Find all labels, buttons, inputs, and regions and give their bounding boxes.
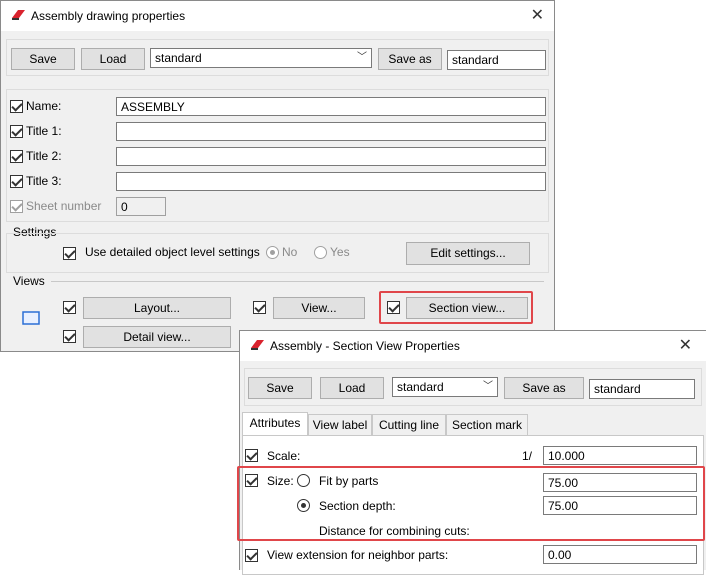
section-view-checkbox[interactable] (387, 301, 400, 314)
tab-attributes[interactable]: Attributes (242, 412, 308, 436)
load-button[interactable]: Load (81, 48, 145, 70)
section-preset-value: standard (397, 380, 444, 394)
name-label: Name: (26, 99, 62, 113)
sheet-number-checkbox (10, 200, 23, 213)
sheet-number-label: Sheet number (26, 199, 102, 213)
view-extension-label: View extension for neighbor parts: (267, 548, 449, 562)
name-checkbox[interactable] (10, 100, 23, 113)
size-label: Size: (267, 474, 294, 488)
detail-view-button[interactable]: Detail view... (83, 326, 231, 348)
section-load-button[interactable]: Load (320, 377, 384, 399)
name-input[interactable]: ASSEMBLY (116, 97, 546, 116)
title2-input[interactable] (116, 147, 546, 166)
view-extension-input[interactable]: 0.00 (543, 545, 697, 564)
title3-checkbox[interactable] (10, 175, 23, 188)
yes-radio (314, 246, 327, 259)
no-radio (266, 246, 279, 259)
section-depth-radio[interactable] (297, 499, 310, 512)
scale-label: Scale: (267, 449, 301, 463)
close-icon[interactable]: ✕ (531, 5, 544, 25)
layout-button[interactable]: Layout... (83, 297, 231, 319)
views-heading: Views (13, 274, 45, 288)
fit-by-parts-label: Fit by parts (319, 474, 379, 488)
section-depth-label: Section depth: (319, 499, 396, 513)
section-preset-select[interactable]: standard ﹀ (392, 377, 498, 397)
detail-view-checkbox[interactable] (63, 330, 76, 343)
sheet-number-input: 0 (116, 197, 166, 216)
app-icon (12, 10, 25, 20)
edit-settings-button[interactable]: Edit settings... (406, 242, 530, 265)
title2-label: Title 2: (26, 149, 62, 163)
window-title: Assembly drawing properties (31, 9, 186, 23)
close-icon[interactable]: ✕ (679, 335, 692, 355)
title1-checkbox[interactable] (10, 125, 23, 138)
fit-by-parts-input[interactable]: 75.00 (543, 473, 697, 492)
tab-view-label[interactable]: View label (308, 414, 372, 436)
use-detailed-checkbox[interactable] (63, 247, 76, 260)
scale-input[interactable]: 10.000 (543, 446, 697, 465)
view-extension-checkbox[interactable] (245, 549, 258, 562)
size-checkbox[interactable] (245, 474, 258, 487)
section-save-as-button[interactable]: Save as (504, 377, 584, 399)
view-checkbox[interactable] (253, 301, 266, 314)
preset-select[interactable]: standard ﹀ (150, 48, 372, 68)
title-bar: Assembly - Section View Properties ✕ (240, 331, 706, 361)
preset-value: standard (155, 51, 202, 65)
tab-section-mark[interactable]: Section mark (446, 414, 528, 436)
scale-checkbox[interactable] (245, 449, 258, 462)
tab-cutting-line[interactable]: Cutting line (372, 414, 446, 436)
views-separator (51, 281, 544, 282)
title3-label: Title 3: (26, 174, 62, 188)
window-title: Assembly - Section View Properties (270, 339, 460, 353)
section-view-button[interactable]: Section view... (406, 297, 528, 319)
layout-checkbox[interactable] (63, 301, 76, 314)
chevron-down-icon: ﹀ (357, 52, 367, 63)
use-detailed-label: Use detailed object level settings (85, 245, 260, 259)
title3-input[interactable] (116, 172, 546, 191)
scale-prefix: 1/ (522, 449, 533, 463)
title-bar: Assembly drawing properties ✕ (1, 1, 554, 31)
view-window-icon (22, 311, 40, 325)
title1-input[interactable] (116, 122, 546, 141)
app-icon (251, 340, 264, 350)
combining-cuts-label: Distance for combining cuts: (319, 524, 470, 538)
title1-label: Title 1: (26, 124, 62, 138)
save-button[interactable]: Save (11, 48, 75, 70)
section-save-as-name-input[interactable]: standard (589, 379, 695, 399)
save-as-name-input[interactable]: standard (447, 50, 546, 70)
save-as-button[interactable]: Save as (378, 48, 442, 70)
view-button[interactable]: View... (273, 297, 365, 319)
chevron-down-icon: ﹀ (483, 381, 493, 392)
no-label: No (282, 245, 298, 259)
yes-label: Yes (330, 245, 350, 259)
section-save-button[interactable]: Save (248, 377, 312, 399)
title2-checkbox[interactable] (10, 150, 23, 163)
assembly-drawing-properties-window: Assembly drawing properties ✕ Save Load … (0, 0, 555, 352)
section-depth-input[interactable]: 75.00 (543, 496, 697, 515)
fit-by-parts-radio[interactable] (297, 474, 310, 487)
